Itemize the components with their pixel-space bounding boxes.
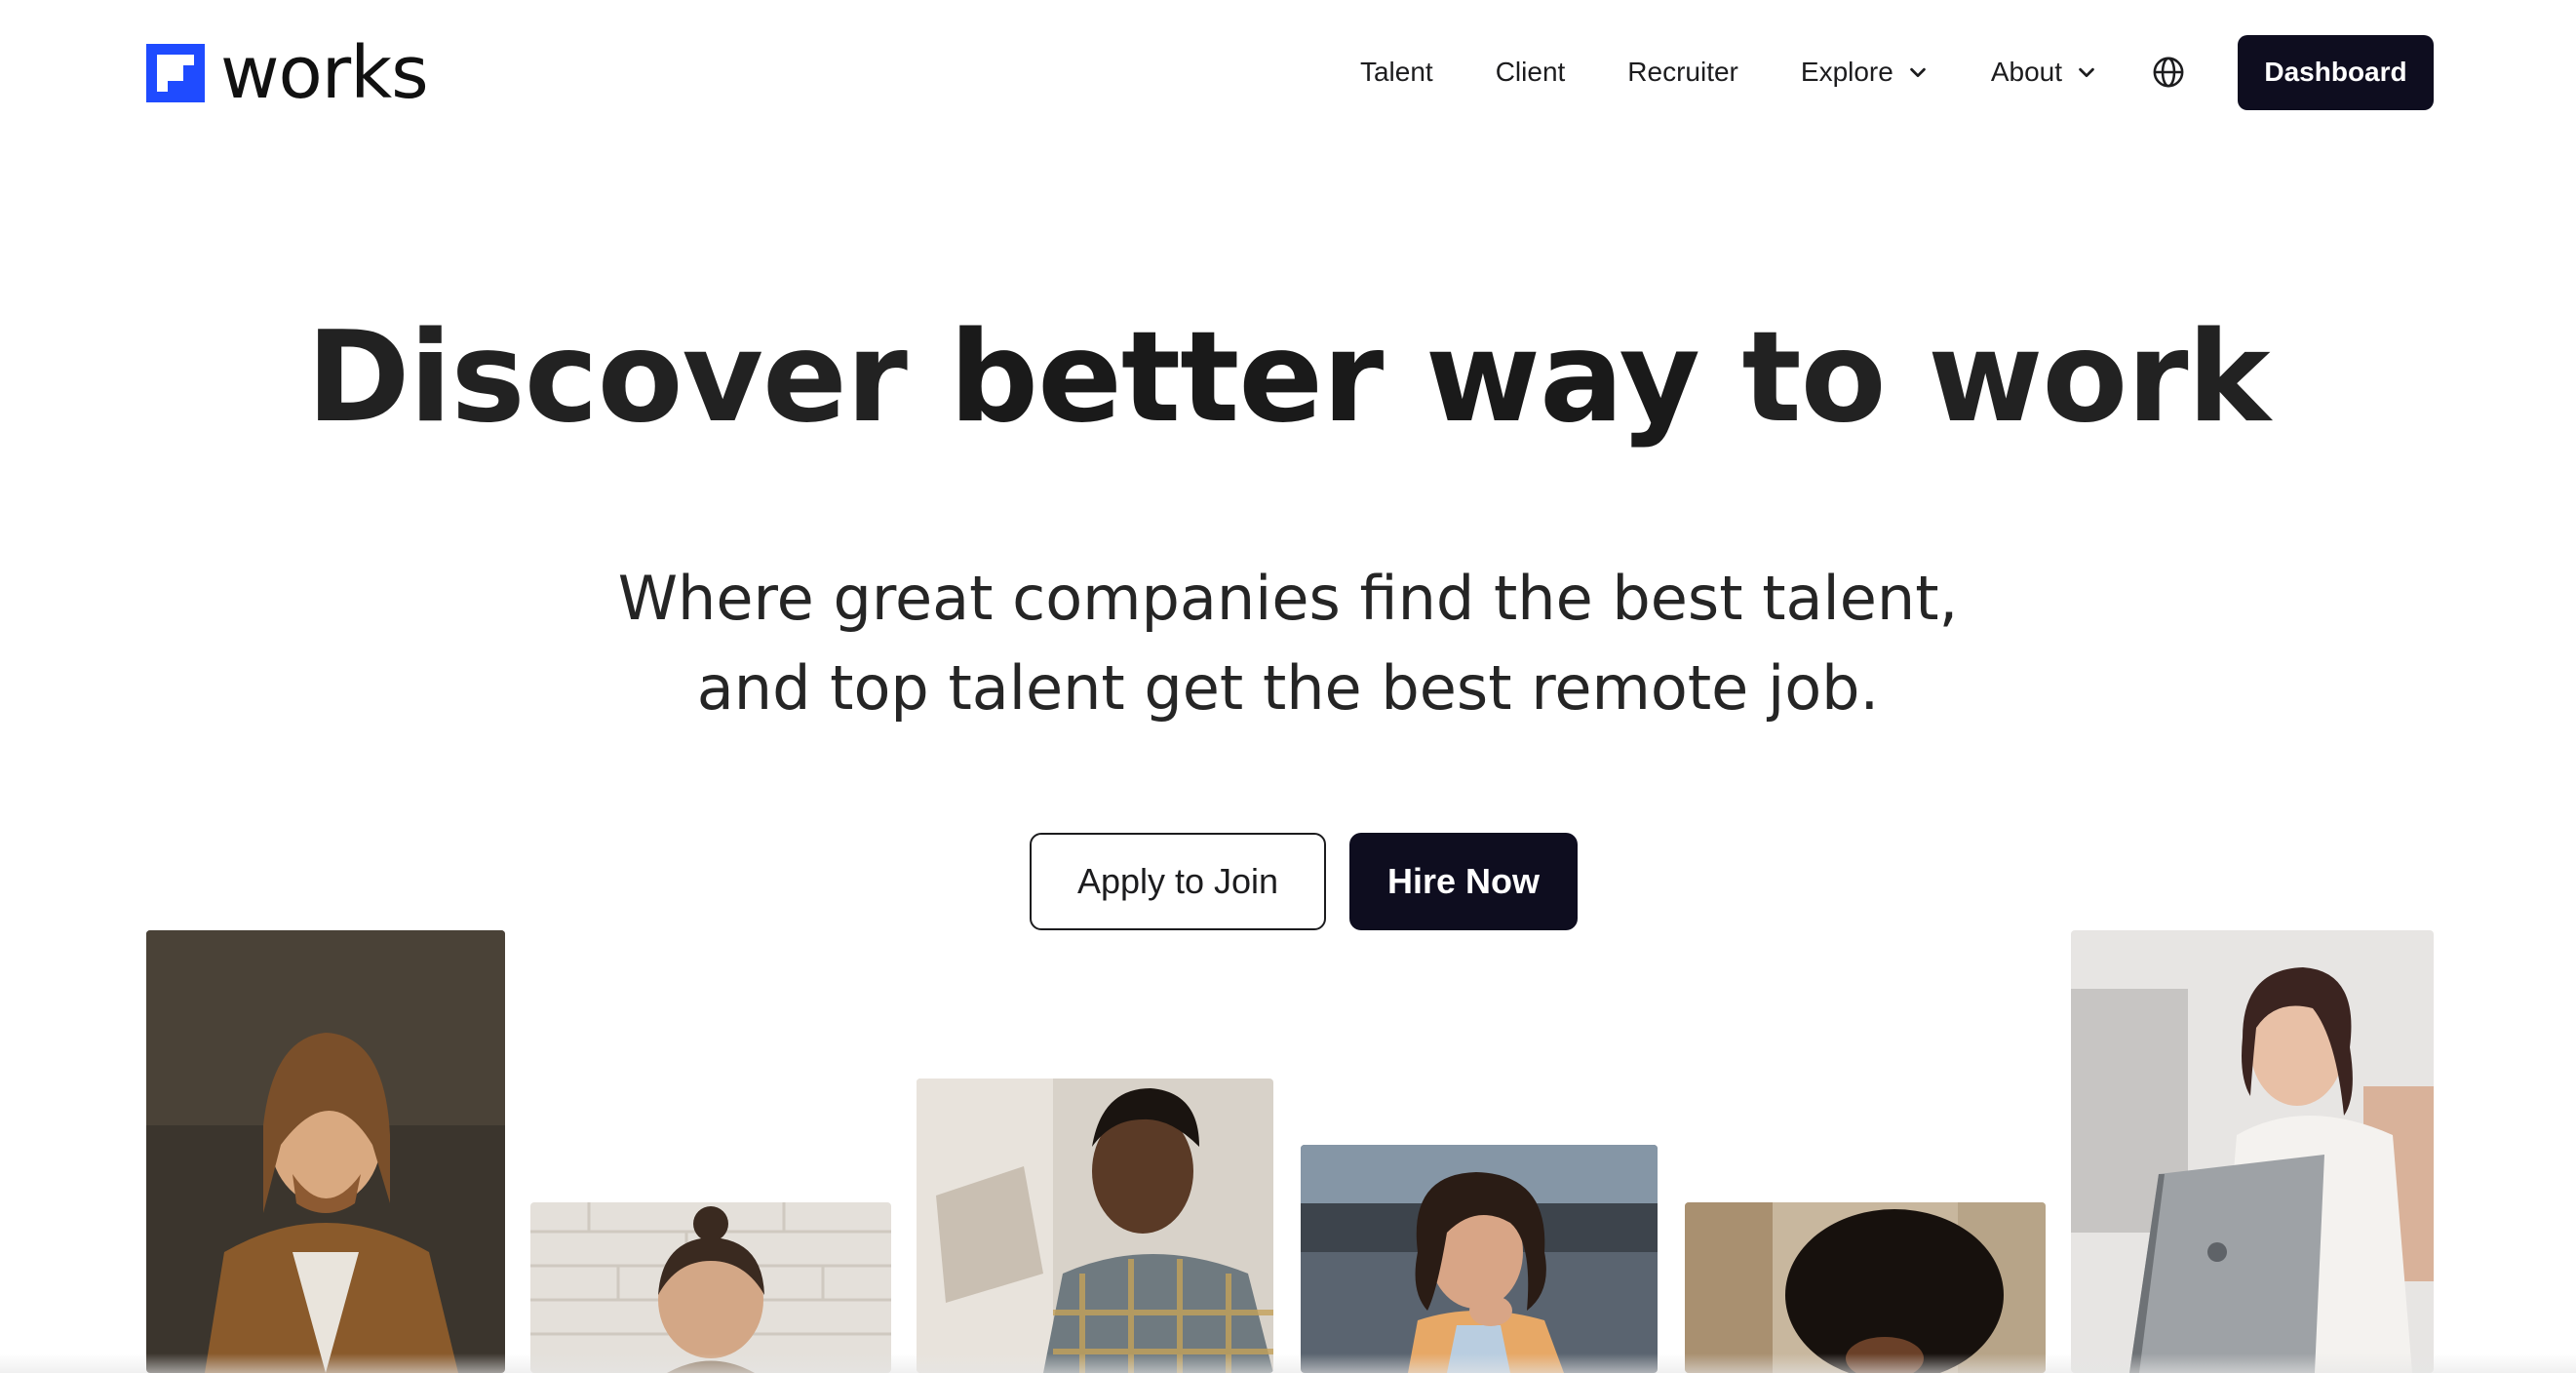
nav-explore-dropdown[interactable]: Explore	[1801, 57, 1929, 88]
nav-recruiter-label: Recruiter	[1627, 57, 1738, 87]
nav-client-label: Client	[1495, 57, 1566, 87]
nav-about-label: About	[1990, 57, 2062, 87]
nav-explore-label: Explore	[1800, 57, 1893, 87]
nav-client[interactable]: Client	[1496, 57, 1566, 88]
cta-group: Apply to Join Hire Now	[0, 833, 2576, 930]
hero-title-pre: Discover	[306, 305, 950, 451]
nav-talent[interactable]: Talent	[1360, 57, 1433, 88]
hero-subtitle: Where great companies find the best tale…	[0, 554, 2576, 733]
hero-title-bold: better way	[949, 305, 1699, 451]
dashboard-button[interactable]: Dashboard	[2238, 34, 2434, 110]
talent-photo-woman-curly-hair	[1301, 1145, 1658, 1373]
nav-about-dropdown[interactable]: About	[1991, 57, 2097, 88]
apply-to-join-button[interactable]: Apply to Join	[1030, 833, 1326, 930]
logo-mark-icon	[146, 44, 205, 102]
site-header: works Talent Client Recruiter Explore Ab…	[0, 0, 2576, 144]
talent-photo-man-plaid-shirt	[917, 1079, 1273, 1373]
bottom-fade	[0, 1353, 2576, 1373]
talent-photo-woman-afro	[1685, 1202, 2046, 1373]
hero-title-post: to work	[1698, 305, 2270, 451]
chevron-down-icon	[1910, 67, 1926, 78]
hero-subtitle-line1: Where great companies find the best tale…	[617, 563, 1959, 634]
chevron-down-icon	[2079, 67, 2094, 78]
logo-text: works	[220, 31, 429, 115]
nav-recruiter[interactable]: Recruiter	[1627, 57, 1738, 88]
globe-icon[interactable]	[2152, 56, 2185, 89]
talent-photo-man-bun	[530, 1202, 891, 1373]
talent-photo-woman-laptop	[2071, 930, 2434, 1373]
hero-title: Discover better way to work	[0, 309, 2576, 448]
nav-talent-label: Talent	[1359, 57, 1433, 87]
hero-subtitle-line2: and top talent get the best remote job.	[696, 652, 1880, 724]
main-nav: Talent Client Recruiter Explore About Da…	[1298, 34, 2434, 110]
hire-now-button[interactable]: Hire Now	[1349, 833, 1578, 930]
works-logo[interactable]: works	[146, 31, 429, 115]
talent-photo-man-long-hair	[146, 930, 505, 1373]
